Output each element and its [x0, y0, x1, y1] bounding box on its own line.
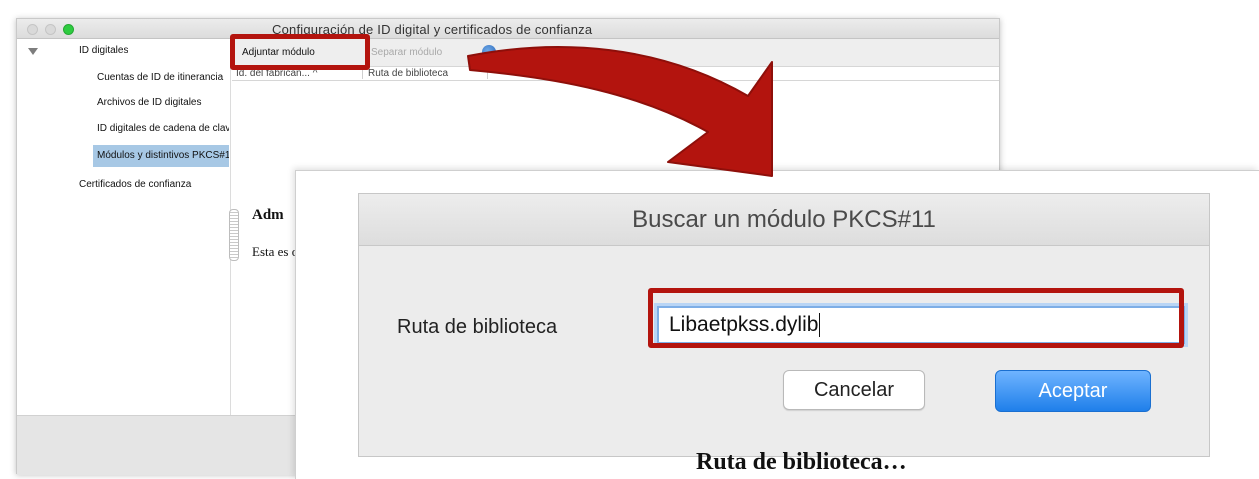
disclosure-triangle-icon[interactable]: [28, 48, 38, 55]
zoom-window-button[interactable]: [63, 24, 74, 35]
close-window-button[interactable]: [27, 24, 38, 35]
window-titlebar: Configuración de ID digital y certificad…: [17, 19, 999, 39]
sidebar-item-roaming-id-accounts[interactable]: Cuentas de ID de itinerancia: [97, 72, 229, 83]
column-separator[interactable]: [487, 69, 488, 79]
background-heading-text: Ruta de biblioteca…: [696, 449, 907, 475]
help-heading: Adm: [252, 207, 284, 223]
dialog-title: Buscar un módulo PKCS#11: [359, 194, 1209, 246]
sidebar-item-digital-id-files[interactable]: Archivos de ID digitales: [97, 97, 229, 108]
attach-module-highlight: [230, 34, 370, 70]
sidebar-item-digital-ids[interactable]: ID digitales: [79, 45, 128, 56]
sidebar-tree: ID digitales Cuentas de ID de itineranci…: [17, 39, 231, 415]
sidebar-item-keychain-digital-ids[interactable]: ID digitales de cadena de claves: [97, 123, 229, 134]
column-separator[interactable]: [362, 69, 363, 79]
sidebar-item-pkcs11-modules[interactable]: Módulos y distintivos PKCS#11: [93, 145, 229, 167]
screenshot-stage: Configuración de ID digital y certificad…: [0, 0, 1259, 479]
detach-module-button[interactable]: Separar módulo: [371, 47, 442, 58]
sidebar-item-trusted-certificates[interactable]: Certificados de confianza: [79, 179, 229, 190]
column-library-path[interactable]: Ruta de biblioteca: [368, 68, 448, 79]
refresh-icon[interactable]: [482, 45, 496, 59]
cancel-button[interactable]: Cancelar: [783, 370, 925, 410]
minimize-window-button[interactable]: [45, 24, 56, 35]
library-path-highlight: [648, 288, 1184, 348]
ok-button[interactable]: Aceptar: [995, 370, 1151, 412]
library-path-label: Ruta de biblioteca: [397, 316, 558, 338]
